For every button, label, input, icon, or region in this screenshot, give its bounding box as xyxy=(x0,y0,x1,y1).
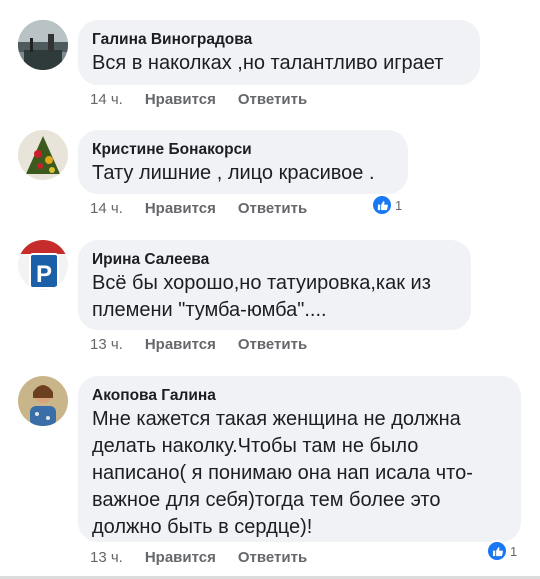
comment-bubble: Акопова Галина Мне кажется такая женщина… xyxy=(78,376,521,542)
user-photo-icon xyxy=(18,376,68,426)
avatar[interactable] xyxy=(18,20,68,70)
comment-text-line: делать наколку.Чтобы там не было xyxy=(92,435,419,457)
parking-sign-letter: P xyxy=(36,261,52,288)
comment-text-line: важное для себя)тогда тем более это xyxy=(92,489,441,511)
reaction-count[interactable]: 1 xyxy=(371,194,402,216)
like-link[interactable]: Нравится xyxy=(145,200,216,217)
like-link[interactable]: Нравится xyxy=(145,549,216,566)
reaction-count[interactable]: 1 xyxy=(486,540,517,562)
avatar[interactable] xyxy=(18,130,68,180)
reaction-number: 1 xyxy=(395,197,403,213)
comment-text-line: Тату лишние , лицо красивое . xyxy=(92,162,375,184)
comment-bubble: Галина Виноградова Вся в наколках ,но та… xyxy=(78,20,480,85)
avatar[interactable]: P xyxy=(18,240,68,290)
comment-bubble: Ирина Салеева Всё бы хорошо,но татуировк… xyxy=(78,240,471,330)
comment-text-line: должно быть в сердце)! xyxy=(92,516,313,538)
reply-link[interactable]: Ответить xyxy=(238,549,307,566)
reply-link[interactable]: Ответить xyxy=(238,91,307,108)
comment-time[interactable]: 14 ч. xyxy=(90,91,123,108)
comment-meta: 14 ч. Нравится Ответить xyxy=(90,200,307,217)
comment-author[interactable]: Ирина Салеева xyxy=(92,250,457,270)
reply-link[interactable]: Ответить xyxy=(238,200,307,217)
comment-meta: 14 ч. Нравится Ответить xyxy=(90,91,307,108)
parking-sign-icon: P xyxy=(18,240,68,290)
like-badge-icon xyxy=(371,194,393,216)
comment-meta: 13 ч. Нравится Ответить xyxy=(90,549,307,566)
reaction-number: 1 xyxy=(510,543,518,559)
comment-time[interactable]: 13 ч. xyxy=(90,549,123,566)
comment-text-line: написано( я понимаю она нап исала что- xyxy=(92,462,473,484)
comment-text-line: Всё бы хорошо,но татуировка,как из xyxy=(92,272,431,294)
like-link[interactable]: Нравится xyxy=(145,91,216,108)
comment-author[interactable]: Галина Виноградова xyxy=(92,30,466,50)
reply-link[interactable]: Ответить xyxy=(238,336,307,353)
comment-text-line: Мне кажется такая женщина не должна xyxy=(92,408,461,430)
landscape-photo-icon xyxy=(18,20,68,70)
comment-time[interactable]: 14 ч. xyxy=(90,200,123,217)
comment-meta: 13 ч. Нравится Ответить xyxy=(90,336,307,353)
comment-bubble: Кристине Бонакорси Тату лишние , лицо кр… xyxy=(78,130,408,194)
comment-author[interactable]: Акопова Галина xyxy=(92,386,507,406)
like-link[interactable]: Нравится xyxy=(145,336,216,353)
avatar[interactable] xyxy=(18,376,68,426)
comment-text-line: Вся в наколках ,но талантливо играет xyxy=(92,52,444,74)
christmas-tree-icon xyxy=(18,130,68,180)
comment-time[interactable]: 13 ч. xyxy=(90,336,123,353)
comment-text-line: племени "тумба-юмба".... xyxy=(92,299,327,321)
like-badge-icon xyxy=(486,540,508,562)
comment-author[interactable]: Кристине Бонакорси xyxy=(92,140,394,160)
